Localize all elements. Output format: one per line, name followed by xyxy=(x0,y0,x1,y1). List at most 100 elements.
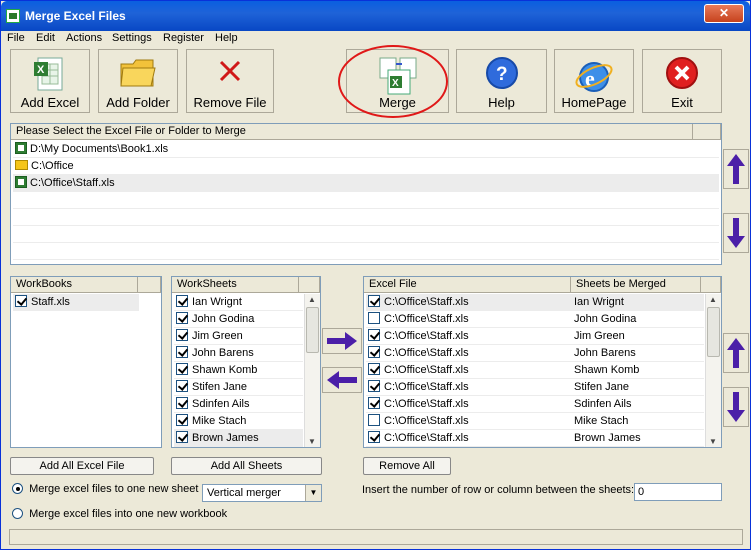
merge-row[interactable]: C:\Office\Staff.xls Shawn Komb xyxy=(366,362,704,379)
worksheet-checkbox[interactable] xyxy=(176,431,188,443)
file-list-item[interactable]: D:\My Documents\Book1.xls xyxy=(13,141,719,158)
merge-row-checkbox[interactable] xyxy=(368,346,380,358)
worksheet-checkbox[interactable] xyxy=(176,346,188,358)
merge-row[interactable]: C:\Office\Staff.xls Sdinfen Ails xyxy=(366,396,704,413)
worksheet-checkbox[interactable] xyxy=(176,295,188,307)
radio-new-sheet[interactable] xyxy=(12,483,23,494)
menu-settings[interactable]: Settings xyxy=(112,32,152,44)
worksheet-item[interactable]: Sdinfen Ails xyxy=(174,396,303,413)
move-up-button[interactable] xyxy=(723,149,749,189)
add-all-sheets-button[interactable]: Add All Sheets xyxy=(171,457,322,475)
menu-file[interactable]: File xyxy=(7,32,25,44)
remove-from-merge-button[interactable] xyxy=(322,367,362,393)
window-title: Merge Excel Files xyxy=(25,9,126,23)
menu-register[interactable]: Register xyxy=(163,32,204,44)
merge-row-file: C:\Office\Staff.xls xyxy=(384,415,469,427)
worksheet-item[interactable]: John Godina xyxy=(174,311,303,328)
close-button[interactable]: ✕ xyxy=(704,4,744,23)
app-icon xyxy=(6,9,20,23)
merged-move-up-button[interactable] xyxy=(723,333,749,373)
worksheet-checkbox[interactable] xyxy=(176,329,188,341)
worksheet-item[interactable]: Stifen Jane xyxy=(174,379,303,396)
worksheet-item[interactable]: John Barens xyxy=(174,345,303,362)
worksheets-scrollbar[interactable]: ▲ ▼ xyxy=(304,294,320,447)
menu-actions[interactable]: Actions xyxy=(66,32,102,44)
scroll-up-icon[interactable]: ▲ xyxy=(709,295,717,304)
worksheet-item[interactable]: Brown James xyxy=(174,430,303,447)
homepage-button[interactable]: e HomePage xyxy=(554,49,634,113)
worksheet-checkbox[interactable] xyxy=(176,312,188,324)
merge-row-sheet: John Godina xyxy=(574,313,637,325)
move-down-button[interactable] xyxy=(723,213,749,253)
add-excel-button[interactable]: X Add Excel xyxy=(10,49,90,113)
insert-rows-input[interactable]: 0 xyxy=(634,483,722,501)
merge-mode-select[interactable]: Vertical merger ▼ xyxy=(202,484,322,502)
file-path: C:\Office\Staff.xls xyxy=(30,177,115,189)
merged-move-down-button[interactable] xyxy=(723,387,749,427)
merge-row[interactable]: C:\Office\Staff.xls Stifen Jane xyxy=(366,379,704,396)
worksheet-checkbox[interactable] xyxy=(176,380,188,392)
worksheet-item[interactable]: Shawn Komb xyxy=(174,362,303,379)
merge-row[interactable]: C:\Office\Staff.xls Jim Green xyxy=(366,328,704,345)
scroll-up-icon[interactable]: ▲ xyxy=(308,295,316,304)
exit-button[interactable]: Exit xyxy=(642,49,722,113)
worksheet-item[interactable]: Jim Green xyxy=(174,328,303,345)
file-list-item[interactable]: C:\Office\Staff.xls xyxy=(13,175,719,192)
remove-all-button[interactable]: Remove All xyxy=(363,457,451,475)
workbook-item[interactable]: Staff.xls xyxy=(13,294,139,311)
worksheet-checkbox[interactable] xyxy=(176,414,188,426)
merge-row-checkbox[interactable] xyxy=(368,380,380,392)
merge-list-header-extra xyxy=(701,277,721,293)
merge-row-file: C:\Office\Staff.xls xyxy=(384,432,469,444)
title-bar[interactable]: Merge Excel Files ✕ xyxy=(1,1,750,31)
merge-list-scrollbar[interactable]: ▲ ▼ xyxy=(705,294,721,447)
merge-row[interactable]: C:\Office\Staff.xls Brown James xyxy=(366,430,704,447)
merge-row[interactable]: C:\Office\Staff.xls John Godina xyxy=(366,311,704,328)
add-all-excel-button[interactable]: Add All Excel File xyxy=(10,457,154,475)
menu-bar: File Edit Actions Settings Register Help xyxy=(1,31,750,48)
insert-rows-label: Insert the number of row or column betwe… xyxy=(362,484,635,496)
file-list-item[interactable]: C:\Office xyxy=(13,158,719,175)
merge-row-checkbox[interactable] xyxy=(368,329,380,341)
merge-row-checkbox[interactable] xyxy=(368,363,380,375)
worksheet-name: John Godina xyxy=(192,313,255,325)
merge-row[interactable]: C:\Office\Staff.xls Ian Wrignt xyxy=(366,294,704,311)
internet-explorer-icon: e xyxy=(575,62,613,92)
scroll-thumb[interactable] xyxy=(306,307,319,353)
left-arrow-icon xyxy=(327,371,357,389)
menu-help[interactable]: Help xyxy=(215,32,238,44)
menu-edit[interactable]: Edit xyxy=(36,32,55,44)
merge-list-panel: Excel File Sheets be Merged C:\Office\St… xyxy=(363,276,722,448)
exit-icon xyxy=(666,57,698,89)
down-arrow-icon xyxy=(727,392,745,422)
workbook-checkbox[interactable] xyxy=(15,295,27,307)
worksheets-panel: WorkSheets Ian Wrignt John Godina Jim Gree… xyxy=(171,276,321,448)
merge-row-file: C:\Office\Staff.xls xyxy=(384,330,469,342)
merge-row[interactable]: C:\Office\Staff.xls Mike Stach xyxy=(366,413,704,430)
chevron-down-icon[interactable]: ▼ xyxy=(305,485,321,501)
radio-new-workbook[interactable] xyxy=(12,508,23,519)
merge-row-checkbox[interactable] xyxy=(368,295,380,307)
file-path: C:\Office xyxy=(31,160,74,172)
help-label: Help xyxy=(488,95,515,110)
worksheet-checkbox[interactable] xyxy=(176,363,188,375)
scroll-down-icon[interactable]: ▼ xyxy=(709,437,717,446)
merge-row[interactable]: C:\Office\Staff.xls John Barens xyxy=(366,345,704,362)
excel-file-icon xyxy=(15,142,27,154)
merge-row-checkbox[interactable] xyxy=(368,414,380,426)
option-new-sheet[interactable]: Merge excel files to one new sheet xyxy=(12,483,198,495)
remove-file-button[interactable]: Remove File xyxy=(186,49,274,113)
merge-row-checkbox[interactable] xyxy=(368,312,380,324)
merge-row-checkbox[interactable] xyxy=(368,431,380,443)
add-folder-button[interactable]: Add Folder xyxy=(98,49,178,113)
scroll-down-icon[interactable]: ▼ xyxy=(308,437,316,446)
option-new-workbook[interactable]: Merge excel files into one new workbook xyxy=(12,508,227,520)
worksheet-checkbox[interactable] xyxy=(176,397,188,409)
help-button[interactable]: ? Help xyxy=(456,49,547,113)
scroll-thumb[interactable] xyxy=(707,307,720,357)
add-to-merge-button[interactable] xyxy=(322,328,362,354)
worksheet-item[interactable]: Ian Wrignt xyxy=(174,294,303,311)
worksheet-item[interactable]: Mike Stach xyxy=(174,413,303,430)
add-excel-icon: X xyxy=(34,57,63,91)
merge-row-checkbox[interactable] xyxy=(368,397,380,409)
